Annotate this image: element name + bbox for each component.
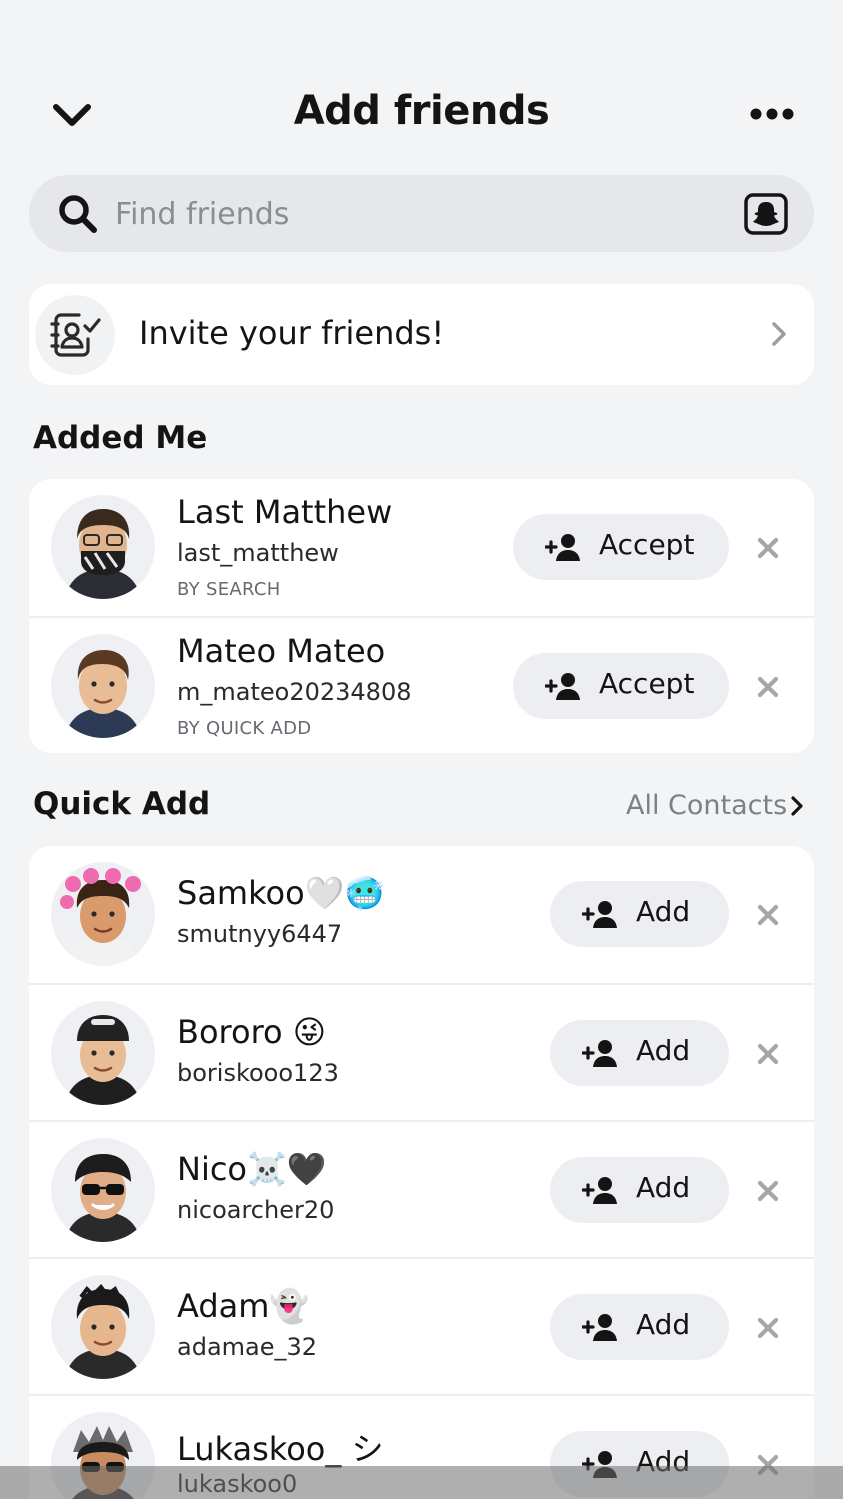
list-item: Last Matthew last_matthew BY SEARCH Acce… (29, 479, 814, 616)
friend-username: adamae_32 (177, 1333, 318, 1361)
snapcode-icon[interactable] (744, 193, 788, 235)
add-button[interactable]: Add (550, 881, 729, 947)
added-me-title: Added Me (33, 420, 208, 456)
close-icon[interactable] (755, 1178, 781, 1204)
add-label: Add (636, 1034, 691, 1067)
add-label: Add (636, 1171, 691, 1204)
close-icon[interactable] (755, 674, 781, 700)
accept-label: Accept (599, 667, 695, 700)
friend-source: BY QUICK ADD (177, 718, 312, 739)
friend-name: Mateo Mateo (177, 632, 386, 670)
close-icon[interactable] (755, 535, 781, 561)
add-label: Add (636, 1308, 691, 1341)
all-contacts-link[interactable]: All Contacts (626, 790, 787, 821)
avatar[interactable] (51, 1001, 155, 1105)
bottom-overlay (0, 1466, 843, 1499)
more-dots-icon[interactable] (748, 104, 796, 124)
friend-username: nicoarcher20 (177, 1196, 335, 1224)
friend-username: smutnyy6447 (177, 920, 343, 948)
friend-username: boriskooo123 (177, 1059, 339, 1087)
avatar[interactable] (51, 1275, 155, 1379)
friend-source: BY SEARCH (177, 579, 281, 600)
header: Add friends (0, 70, 843, 160)
avatar[interactable] (51, 1138, 155, 1242)
invite-label: Invite your friends! (139, 314, 445, 352)
invite-friends-card[interactable]: Invite your friends! (29, 284, 814, 385)
chevron-right-icon (772, 322, 786, 346)
avatar[interactable] (51, 862, 155, 966)
add-friend-icon (582, 1314, 617, 1341)
add-button[interactable]: Add (550, 1020, 729, 1086)
close-icon[interactable] (755, 1315, 781, 1341)
add-friend-icon (582, 901, 617, 928)
contacts-check-icon (50, 313, 101, 357)
friend-name: Lukaskoo_ シ (177, 1430, 384, 1468)
list-item: Samkoo🤍🥶 smutnyy6447 Add (29, 846, 814, 983)
add-button[interactable]: Add (550, 1157, 729, 1223)
add-button[interactable]: Add (550, 1294, 729, 1360)
friend-name: Last Matthew (177, 493, 393, 531)
search-input[interactable] (115, 189, 695, 239)
friend-name: Samkoo🤍🥶 (177, 874, 385, 912)
added-me-list: Last Matthew last_matthew BY SEARCH Acce… (29, 479, 814, 753)
add-friend-icon (545, 534, 580, 561)
friend-username: last_matthew (177, 539, 339, 567)
friend-name: Adam👻 (177, 1287, 310, 1325)
search-icon (59, 195, 97, 233)
invite-icon-container (35, 295, 115, 375)
list-item: Adam👻 adamae_32 Add (29, 1257, 814, 1394)
close-icon[interactable] (755, 902, 781, 928)
add-friend-icon (582, 1177, 617, 1204)
friend-username: m_mateo20234808 (177, 678, 412, 706)
accept-button[interactable]: Accept (513, 514, 729, 580)
accept-label: Accept (599, 528, 695, 561)
add-friend-icon (582, 1040, 617, 1067)
list-item: Bororo 😜 boriskooo123 Add (29, 983, 814, 1120)
quick-add-list: Samkoo🤍🥶 smutnyy6447 Add Bororo 😜 borisk… (29, 846, 814, 1499)
list-item: Mateo Mateo m_mateo20234808 BY QUICK ADD… (29, 616, 814, 753)
list-item: Nico☠️🖤 nicoarcher20 Add (29, 1120, 814, 1257)
friend-name: Bororo 😜 (177, 1013, 327, 1051)
add-friend-icon (545, 673, 580, 700)
accept-button[interactable]: Accept (513, 653, 729, 719)
friend-name: Nico☠️🖤 (177, 1150, 327, 1188)
quick-add-title: Quick Add (33, 786, 211, 822)
chevron-right-icon[interactable] (790, 795, 804, 817)
close-icon[interactable] (755, 1041, 781, 1067)
avatar[interactable] (51, 495, 155, 599)
page-title: Add friends (293, 88, 550, 134)
add-label: Add (636, 895, 691, 928)
avatar[interactable] (51, 634, 155, 738)
search-bar (29, 175, 814, 252)
